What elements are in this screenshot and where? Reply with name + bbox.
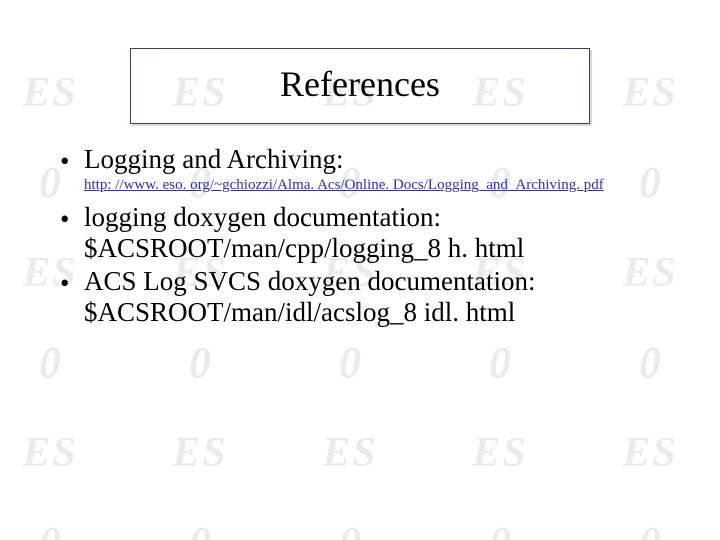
content-area: References • Logging and Archiving: http… [0,48,720,328]
bullet-item: • logging doxygen documentation: $ACSROO… [60,202,660,264]
body: • Logging and Archiving: http: //www. es… [60,144,660,328]
slide-title: References [280,64,440,104]
slide: ES 0 ES 0 ES 0 ES 0 ES 0 ES 0 ES 0 ES 0 … [0,48,720,540]
watermark-zero: 0 [0,341,120,385]
watermark-es: ES [580,432,720,474]
watermark-zero: 0 [580,521,720,540]
watermark-zero: 0 [580,341,720,385]
watermark-es: ES [280,432,420,474]
bullet-dot-icon: • [60,266,84,299]
watermark-zero: 0 [280,521,420,540]
watermark-zero: 0 [430,521,570,540]
bullet-dot-icon: • [60,144,84,177]
watermark-zero: 0 [280,341,420,385]
watermark-es: ES [0,432,120,474]
watermark-es: ES [430,432,570,474]
reference-link[interactable]: http: //www. eso. org/~gchiozzi/Alma. Ac… [84,177,660,194]
bullet-item: • Logging and Archiving: [60,144,660,177]
bullet-item: • ACS Log SVCS doxygen documentation: $A… [60,266,660,328]
bullet-text: ACS Log SVCS doxygen documentation: $ACS… [84,266,660,328]
watermark-zero: 0 [0,521,120,540]
watermark-zero: 0 [430,341,570,385]
watermark-zero: 0 [130,521,270,540]
watermark-es: ES [130,432,270,474]
bullet-text: logging doxygen documentation: $ACSROOT/… [84,202,660,264]
watermark-zero: 0 [130,341,270,385]
bullet-text: Logging and Archiving: [84,144,660,175]
bullet-dot-icon: • [60,202,84,235]
title-box: References [130,48,590,124]
